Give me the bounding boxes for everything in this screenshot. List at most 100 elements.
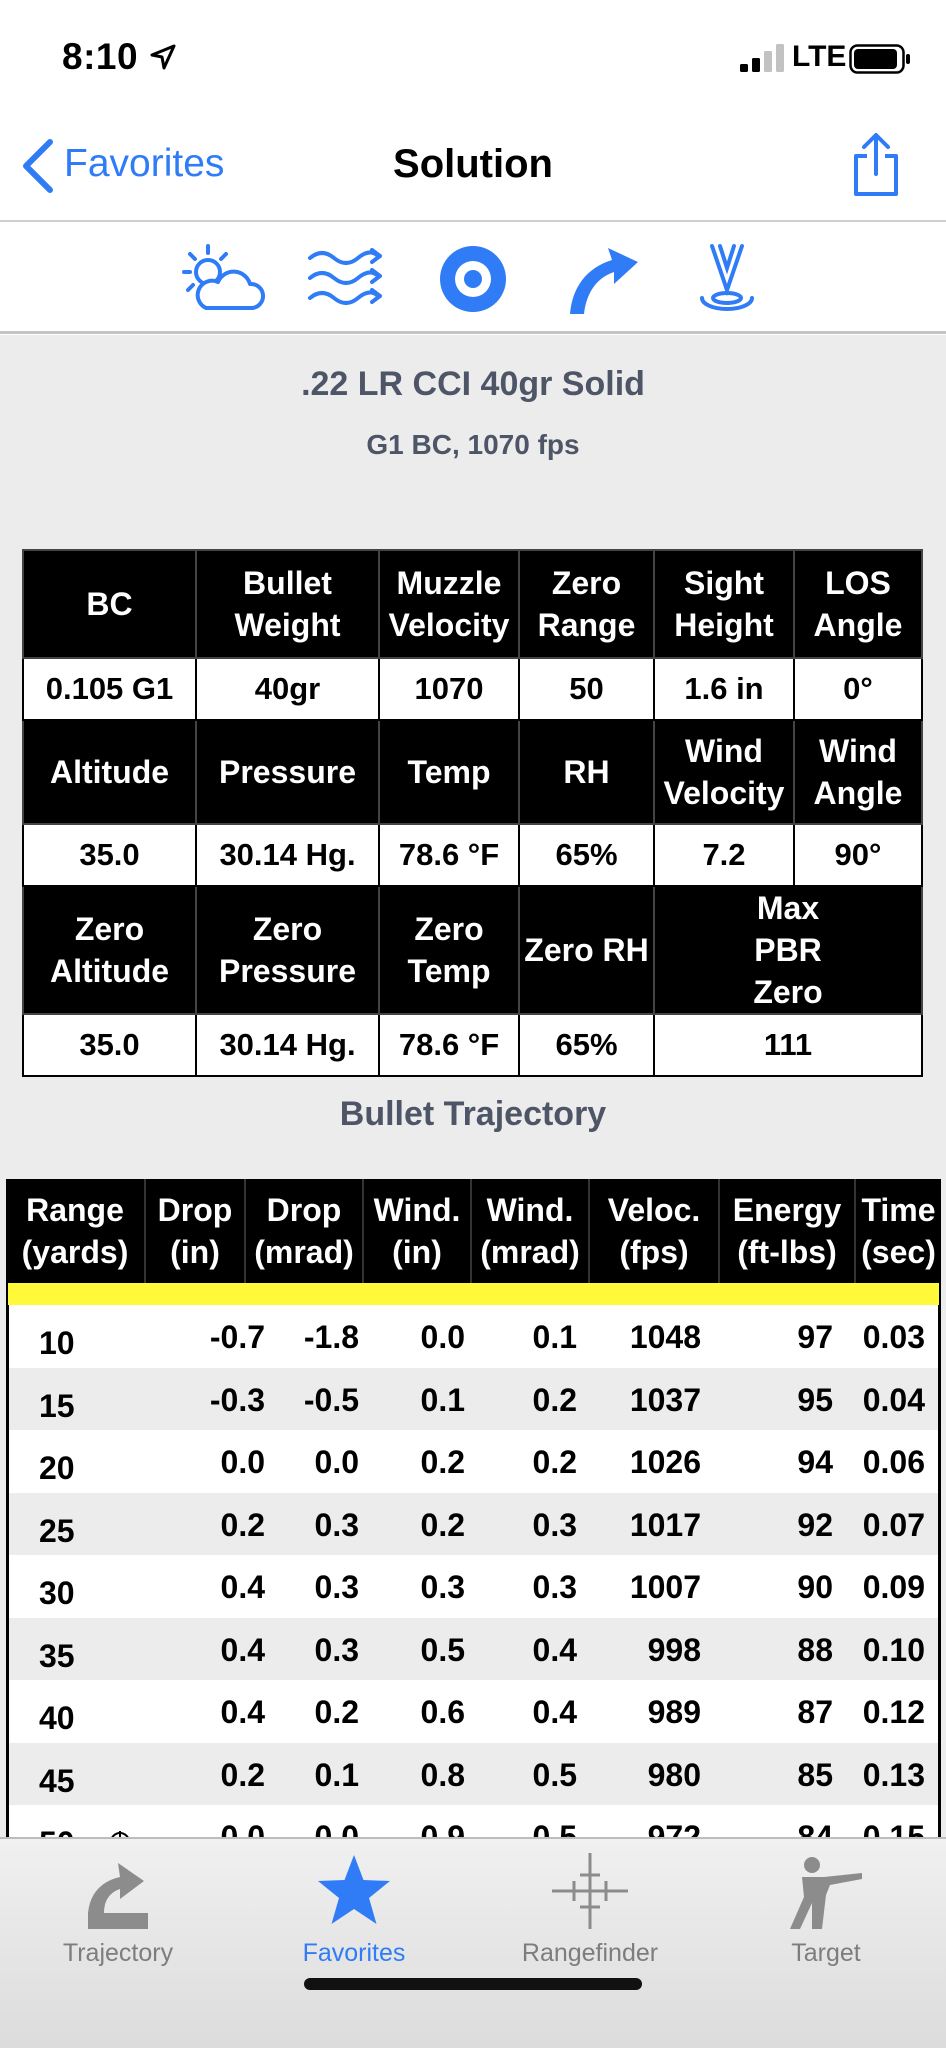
weather-icon[interactable] bbox=[176, 242, 266, 316]
table-cell: 0.5 bbox=[532, 1819, 577, 1837]
status-time: 8:10 bbox=[62, 36, 139, 77]
param-value: 90° bbox=[793, 823, 923, 887]
tab-label: Rangefinder bbox=[521, 1939, 659, 1967]
table-cell: 92 bbox=[797, 1506, 833, 1543]
table-cell: 50 bbox=[39, 1825, 75, 1837]
table-cell: 87 bbox=[797, 1694, 833, 1730]
table-cell: 0.12 bbox=[862, 1694, 925, 1730]
param-value: 7.2 bbox=[653, 823, 795, 887]
table-row[interactable]: 25 0.2 0.3 0.2 0.3 1017 92 0.07 bbox=[9, 1492, 938, 1555]
column-header: Time (sec) bbox=[854, 1179, 941, 1283]
table-cell: -0.0 bbox=[303, 1819, 359, 1837]
table-cell: 0.13 bbox=[862, 1756, 925, 1793]
column-header: Wind. (in) bbox=[362, 1179, 470, 1283]
param-header: Sight Height bbox=[653, 549, 795, 659]
table-cell: -0.5 bbox=[303, 1381, 359, 1418]
table-cell: 0.8 bbox=[420, 1756, 465, 1793]
table-cell: 0.07 bbox=[862, 1506, 925, 1543]
table-cell: 989 bbox=[647, 1694, 701, 1730]
tab-rangefinder[interactable]: Rangefinder bbox=[472, 1839, 708, 1999]
target-icon[interactable] bbox=[428, 242, 518, 316]
table-cell: 1037 bbox=[629, 1381, 701, 1418]
table-cell: 0.4 bbox=[532, 1694, 577, 1730]
param-value: 65% bbox=[518, 823, 655, 887]
table-cell: 1026 bbox=[629, 1444, 701, 1480]
page-title: Solution bbox=[393, 142, 553, 186]
load-title: .22 LR CCI 40gr Solid bbox=[301, 365, 645, 403]
share-icon[interactable] bbox=[850, 132, 902, 198]
tab-target[interactable]: Target bbox=[708, 1839, 944, 1999]
param-value: 40gr bbox=[195, 657, 380, 721]
param-header: Pressure bbox=[195, 719, 380, 825]
table-cell: 0.4 bbox=[220, 1569, 265, 1605]
table-cell: 0.2 bbox=[314, 1694, 359, 1730]
impact-icon[interactable] bbox=[682, 242, 772, 316]
param-value: 111 bbox=[653, 1013, 923, 1077]
tab-favorites[interactable]: Favorites bbox=[236, 1839, 472, 1999]
table-row[interactable]: 10 -0.7 -1.8 0.0 0.1 1048 97 0.03 bbox=[9, 1305, 938, 1368]
column-header: Veloc. (fps) bbox=[588, 1179, 718, 1283]
table-cell: 0.1 bbox=[532, 1319, 577, 1355]
table-cell: -0.0 bbox=[209, 1819, 265, 1837]
table-cell: 0.3 bbox=[314, 1631, 359, 1668]
table-cell: 0.3 bbox=[420, 1569, 465, 1605]
load-subtitle: G1 BC, 1070 fps bbox=[366, 429, 580, 460]
table-cell: 998 bbox=[647, 1631, 701, 1668]
table-cell: 1007 bbox=[629, 1569, 701, 1605]
param-header: Zero Pressure bbox=[195, 885, 380, 1015]
param-value: 65% bbox=[518, 1013, 655, 1077]
parameters-table: BC Bullet Weight Muzzle Velocity Zero Ra… bbox=[22, 549, 923, 1077]
table-cell: 90 bbox=[797, 1569, 833, 1605]
table-cell: 0.1 bbox=[420, 1381, 465, 1418]
param-header: Zero RH bbox=[518, 885, 655, 1015]
param-value: 1070 bbox=[378, 657, 520, 721]
table-row[interactable]: 40 0.4 0.2 0.6 0.4 989 87 0.12 bbox=[9, 1680, 938, 1743]
table-cell: 972 bbox=[647, 1819, 701, 1837]
table-cell: 0.03 bbox=[862, 1319, 925, 1355]
param-header: Max PBR Zero bbox=[653, 885, 923, 1015]
column-header: Range (yards) bbox=[21, 1192, 129, 1270]
home-indicator[interactable] bbox=[304, 1978, 642, 1990]
table-cell: 35 bbox=[39, 1637, 75, 1674]
table-cell: 0.3 bbox=[314, 1506, 359, 1543]
trajectory-table[interactable]: 10 -0.7 -1.8 0.0 0.1 1048 97 0.03 15 -0.3 -0.5 0.1 0… bbox=[6, 1305, 941, 1837]
table-row[interactable]: 35 0.4 0.3 0.5 0.4 998 88 0.10 bbox=[9, 1617, 938, 1680]
location-arrow-icon bbox=[150, 44, 176, 70]
param-value: 35.0 bbox=[22, 1013, 197, 1077]
table-cell: 0.1 bbox=[314, 1756, 359, 1793]
param-value: 0° bbox=[793, 657, 923, 721]
table-row[interactable]: 15 -0.3 -0.5 0.1 0.2 1037 95 0.04 bbox=[9, 1367, 938, 1430]
table-cell: 0.4 bbox=[220, 1631, 265, 1668]
table-row[interactable]: 50 -0.0 -0.0 0.9 0.5 972 84 0.15 bbox=[9, 1805, 938, 1837]
table-cell: 0.3 bbox=[532, 1506, 577, 1543]
solution-content[interactable]: .22 LR CCI 40gr Solid G1 BC, 1070 fps BC… bbox=[0, 335, 946, 1837]
table-cell: 0.2 bbox=[220, 1756, 265, 1793]
table-cell: 0.2 bbox=[220, 1506, 265, 1543]
param-header: Wind Velocity bbox=[653, 719, 795, 825]
table-cell: -1.8 bbox=[303, 1319, 359, 1355]
trajectory-arrow-icon[interactable] bbox=[556, 242, 646, 316]
table-cell: 1017 bbox=[629, 1506, 701, 1543]
table-row[interactable]: 45 0.2 0.1 0.8 0.5 980 85 0.13 bbox=[9, 1742, 938, 1805]
param-value: 50 bbox=[518, 657, 655, 721]
table-cell: 0.0 bbox=[220, 1444, 265, 1480]
param-header: Zero Altitude bbox=[22, 885, 197, 1015]
zero-highlight-band bbox=[6, 1283, 941, 1305]
param-value: 78.6 °F bbox=[378, 823, 520, 887]
tab-trajectory[interactable]: Trajectory bbox=[0, 1839, 236, 1999]
table-row[interactable]: 30 0.4 0.3 0.3 0.3 1007 90 0.09 bbox=[9, 1555, 938, 1618]
param-value: 30.14 Hg. bbox=[195, 823, 380, 887]
table-cell: 94 bbox=[797, 1444, 833, 1480]
table-cell: 0.2 bbox=[532, 1444, 577, 1480]
param-header: Wind Angle bbox=[793, 719, 923, 825]
table-row[interactable]: 20 0.0 0.0 0.2 0.2 1026 94 0.06 bbox=[9, 1430, 938, 1493]
table-cell: 0.10 bbox=[862, 1631, 925, 1668]
tab-label: Target bbox=[791, 1939, 861, 1967]
table-cell: 40 bbox=[39, 1700, 75, 1736]
param-header: Zero Temp bbox=[378, 885, 520, 1015]
wind-icon[interactable] bbox=[302, 242, 392, 316]
param-value: 1.6 in bbox=[653, 657, 795, 721]
table-cell: 30 bbox=[39, 1575, 75, 1611]
param-header: LOS Angle bbox=[793, 549, 923, 659]
table-cell: 0.0 bbox=[314, 1444, 359, 1480]
